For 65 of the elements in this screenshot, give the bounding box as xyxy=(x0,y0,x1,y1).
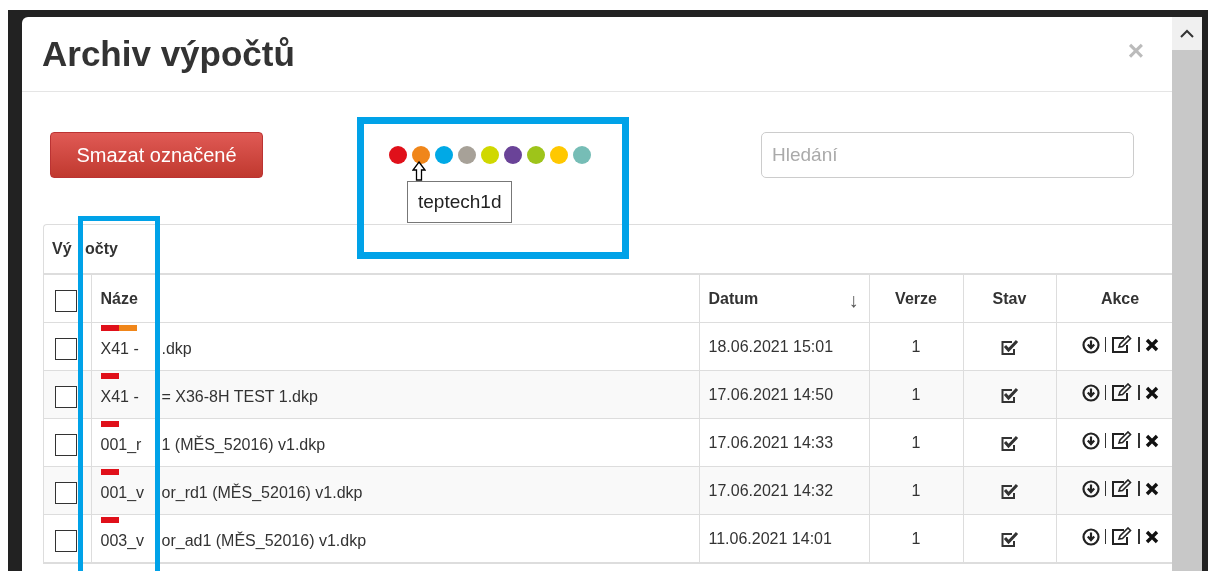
color-dot[interactable] xyxy=(412,146,430,164)
edit-icon[interactable] xyxy=(1111,335,1133,355)
checkbox[interactable] xyxy=(55,530,77,552)
cursor-icon xyxy=(412,161,426,181)
date-text: 11.06.2021 14:01 xyxy=(708,529,832,547)
file-name[interactable]: X41 - xyxy=(100,388,162,406)
color-dot[interactable] xyxy=(527,146,545,164)
column-header[interactable]: Náze xyxy=(100,289,138,307)
download-icon[interactable] xyxy=(1081,383,1100,402)
version-text: 1 xyxy=(911,385,921,403)
color-dot[interactable] xyxy=(573,146,591,164)
date-text: 17.06.2021 14:33 xyxy=(708,433,834,451)
scroll-up-icon[interactable] xyxy=(1180,29,1194,38)
color-dot[interactable] xyxy=(458,146,476,164)
color-dot[interactable] xyxy=(389,146,407,164)
column-header[interactable]: Verze xyxy=(895,289,937,307)
delete-icon[interactable] xyxy=(1144,385,1159,400)
color-dot[interactable] xyxy=(550,146,568,164)
color-dot[interactable] xyxy=(435,146,453,164)
column-header[interactable]: Stav xyxy=(992,289,1027,307)
tooltip: teptech1d xyxy=(407,181,513,223)
color-dot[interactable] xyxy=(481,146,499,164)
file-name[interactable]: or_ad1 (MĚS_52016) v1.dkp xyxy=(161,532,367,550)
panel-title: očty xyxy=(85,239,118,259)
dialog-title: Archiv výpočtů xyxy=(42,34,295,74)
version-text: 1 xyxy=(911,481,921,499)
file-name[interactable]: = X36-8H TEST 1.dkp xyxy=(161,388,318,406)
file-name[interactable]: .dkp xyxy=(161,340,192,358)
delete-icon[interactable] xyxy=(1144,433,1159,448)
checkbox[interactable] xyxy=(55,434,77,456)
delete-icon[interactable] xyxy=(1144,481,1159,496)
column-header[interactable]: Akce xyxy=(1100,289,1140,307)
scrollbar[interactable] xyxy=(1172,17,1202,571)
version-text: 1 xyxy=(911,337,921,355)
download-icon[interactable] xyxy=(1081,335,1100,354)
checkbox[interactable] xyxy=(55,338,77,360)
edit-icon[interactable] xyxy=(1111,431,1133,451)
file-name[interactable]: or_rd1 (MĚS_52016) v1.dkp xyxy=(161,484,363,502)
download-icon[interactable] xyxy=(1081,431,1100,450)
delete-icon[interactable] xyxy=(1144,337,1159,352)
color-dot[interactable] xyxy=(504,146,522,164)
date-text: 17.06.2021 14:50 xyxy=(708,385,834,403)
date-text: 18.06.2021 15:01 xyxy=(708,337,834,355)
file-name[interactable]: 003_v xyxy=(100,532,162,550)
delete-icon[interactable] xyxy=(1144,529,1159,544)
checkbox[interactable] xyxy=(55,386,77,408)
panel-title: Vý xyxy=(52,239,73,259)
checkbox[interactable] xyxy=(55,290,77,312)
download-icon[interactable] xyxy=(1081,527,1100,546)
download-icon[interactable] xyxy=(1081,479,1100,498)
edit-icon[interactable] xyxy=(1111,527,1133,547)
sort-arrow[interactable]: ↓ xyxy=(848,289,859,312)
file-name[interactable]: 1 (MĚS_52016) v1.dkp xyxy=(161,436,326,454)
edit-icon[interactable] xyxy=(1111,383,1133,403)
search-field[interactable]: Hledání xyxy=(761,132,1134,178)
file-name[interactable]: 001_r xyxy=(100,436,162,454)
file-name[interactable]: 001_v xyxy=(100,484,162,502)
edit-icon[interactable] xyxy=(1111,479,1133,499)
checkbox[interactable] xyxy=(55,482,77,504)
version-text: 1 xyxy=(911,529,921,547)
column-header[interactable]: Datum xyxy=(708,289,759,307)
delete-selected-button[interactable]: Smazat označené xyxy=(50,132,263,178)
date-text: 17.06.2021 14:32 xyxy=(708,481,834,499)
file-name[interactable]: X41 - xyxy=(100,340,162,358)
version-text: 1 xyxy=(911,433,921,451)
